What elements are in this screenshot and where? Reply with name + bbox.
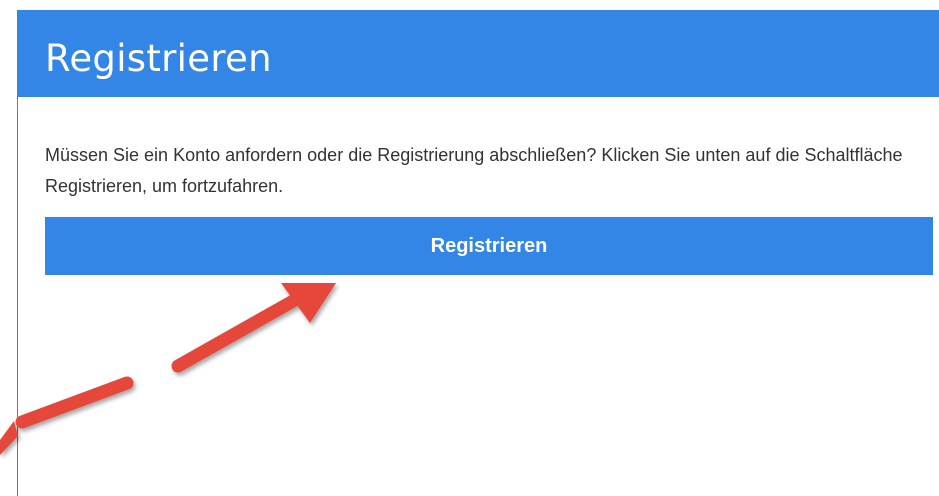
panel-header: Registrieren xyxy=(18,10,939,97)
register-button[interactable]: Registrieren xyxy=(45,217,933,275)
register-description: Müssen Sie ein Konto anfordern oder die … xyxy=(45,145,903,196)
page-title: Registrieren xyxy=(45,37,272,80)
register-panel: Registrieren Müssen Sie ein Konto anford… xyxy=(17,10,939,496)
